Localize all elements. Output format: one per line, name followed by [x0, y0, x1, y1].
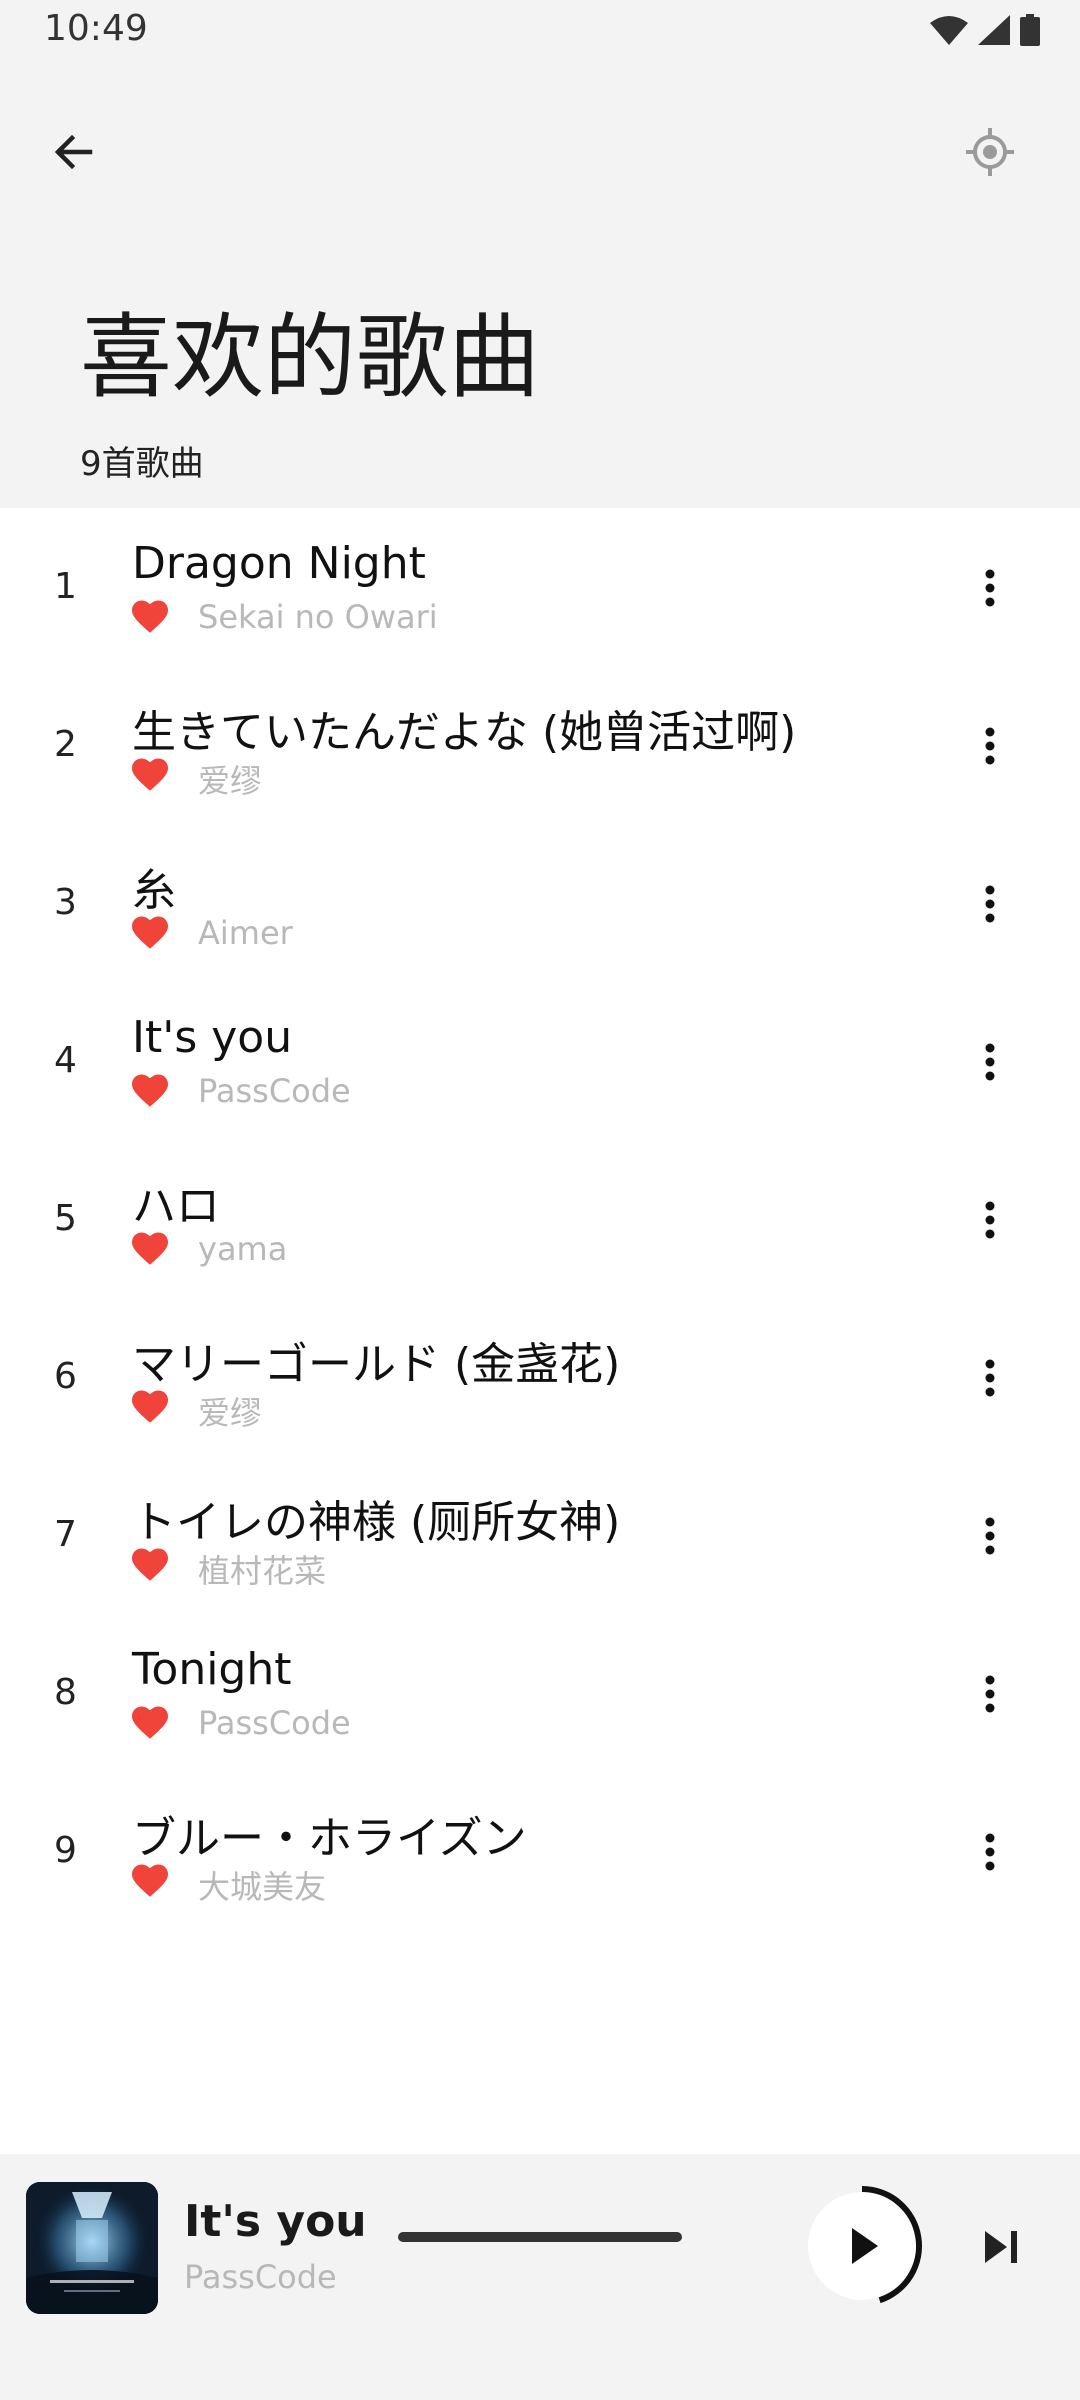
song-row[interactable]: 7 トイレの神様 (厕所女神) 植村花菜	[0, 1456, 1080, 1614]
more-options-button[interactable]	[960, 1496, 1020, 1576]
song-row[interactable]: 9 ブルー・ホライズン 大城美友	[0, 1772, 1080, 1930]
skip-next-icon	[985, 2231, 1017, 2263]
mini-player[interactable]: It's you PassCode	[0, 2154, 1080, 2400]
heart-icon[interactable]	[132, 1548, 168, 1582]
play-button[interactable]	[800, 2184, 924, 2308]
song-artist: 爱缪	[198, 1394, 263, 1432]
song-index: 8	[54, 1672, 77, 1713]
status-icons	[930, 14, 1040, 46]
heart-icon[interactable]	[132, 1232, 168, 1266]
song-title: It's you	[132, 1012, 293, 1063]
now-playing-artist: PassCode	[184, 2258, 337, 2296]
song-index: 2	[54, 724, 77, 765]
album-cover-image	[26, 2182, 158, 2314]
cellular-signal-icon	[978, 15, 1010, 45]
song-title: マリーゴールド (金盏花)	[132, 1339, 621, 1390]
more-vert-icon	[985, 1675, 995, 1713]
song-artist: PassCode	[198, 1072, 351, 1110]
locate-button[interactable]	[956, 118, 1024, 186]
song-index: 3	[54, 882, 77, 923]
song-title: ハロ	[132, 1181, 220, 1232]
more-options-button[interactable]	[960, 1022, 1020, 1102]
song-title: ブルー・ホライズン	[132, 1813, 527, 1864]
song-artist: 植村花菜	[198, 1552, 327, 1590]
more-vert-icon	[985, 1359, 995, 1397]
song-artist: yama	[198, 1230, 288, 1268]
wifi-icon	[930, 16, 968, 45]
more-vert-icon	[985, 1517, 995, 1555]
more-options-button[interactable]	[960, 548, 1020, 628]
song-artist: PassCode	[198, 1704, 351, 1742]
more-vert-icon	[985, 1043, 995, 1081]
song-index: 7	[54, 1514, 77, 1555]
more-vert-icon	[985, 1833, 995, 1871]
song-title: Tonight	[132, 1644, 292, 1695]
more-vert-icon	[985, 885, 995, 923]
heart-icon[interactable]	[132, 1864, 168, 1898]
battery-icon	[1020, 14, 1040, 46]
back-button[interactable]	[40, 118, 108, 186]
more-options-button[interactable]	[960, 1654, 1020, 1734]
song-title: Dragon Night	[132, 538, 426, 589]
song-title: 糸	[132, 865, 176, 916]
more-vert-icon	[985, 569, 995, 607]
song-row[interactable]: 1 Dragon Night Sekai no Owari	[0, 508, 1080, 666]
more-options-button[interactable]	[960, 864, 1020, 944]
page-title: 喜欢的歌曲	[80, 303, 541, 411]
song-artist: Sekai no Owari	[198, 598, 438, 636]
header-area: 10:49 喜欢的歌曲 9首歌曲	[0, 0, 1080, 508]
heart-icon[interactable]	[132, 1074, 168, 1108]
song-row[interactable]: 2 生きていたんだよな (她曾活过啊) 爱缪	[0, 666, 1080, 824]
more-vert-icon	[985, 1201, 995, 1239]
song-index: 1	[54, 566, 77, 607]
my-location-icon	[966, 128, 1014, 176]
heart-icon[interactable]	[132, 600, 168, 634]
more-options-button[interactable]	[960, 706, 1020, 786]
song-title: 生きていたんだよな (她曾活过啊)	[132, 707, 797, 758]
status-bar: 10:49	[0, 0, 1080, 60]
song-artist: Aimer	[198, 914, 293, 952]
album-art[interactable]	[26, 2182, 158, 2314]
arrow-back-icon	[54, 134, 93, 170]
home-indicator[interactable]	[398, 2232, 682, 2242]
song-row[interactable]: 5 ハロ yama	[0, 1140, 1080, 1298]
song-index: 5	[54, 1198, 77, 1239]
more-options-button[interactable]	[960, 1812, 1020, 1892]
now-playing-title: It's you	[184, 2196, 367, 2247]
song-artist: 爱缪	[198, 762, 263, 800]
song-count: 9首歌曲	[80, 444, 204, 484]
song-index: 6	[54, 1356, 77, 1397]
song-row[interactable]: 3 糸 Aimer	[0, 824, 1080, 982]
heart-icon[interactable]	[132, 916, 168, 950]
heart-icon[interactable]	[132, 1390, 168, 1424]
more-vert-icon	[985, 727, 995, 765]
song-index: 9	[54, 1830, 77, 1871]
song-title: トイレの神様 (厕所女神)	[132, 1497, 621, 1548]
song-artist: 大城美友	[198, 1868, 327, 1906]
song-row[interactable]: 6 マリーゴールド (金盏花) 爱缪	[0, 1298, 1080, 1456]
heart-icon[interactable]	[132, 758, 168, 792]
heart-icon[interactable]	[132, 1706, 168, 1740]
play-progress-ring	[808, 2186, 922, 2304]
more-options-button[interactable]	[960, 1338, 1020, 1418]
status-time: 10:49	[44, 8, 148, 49]
song-row[interactable]: 4 It's you PassCode	[0, 982, 1080, 1140]
more-options-button[interactable]	[960, 1180, 1020, 1260]
song-index: 4	[54, 1040, 77, 1081]
song-row[interactable]: 8 Tonight PassCode	[0, 1614, 1080, 1772]
skip-next-button[interactable]	[966, 2212, 1036, 2282]
